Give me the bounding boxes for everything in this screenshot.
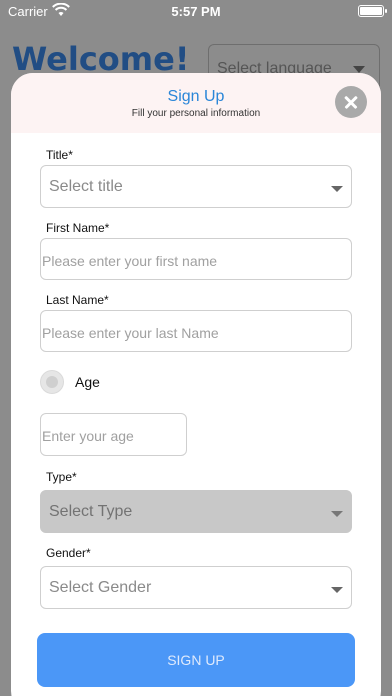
last-name-placeholder: Please enter your last Name <box>42 325 219 341</box>
signup-modal: Sign Up Fill your personal information T… <box>11 73 381 696</box>
modal-header: Sign Up Fill your personal information <box>11 73 381 133</box>
type-select[interactable]: Select Type <box>40 490 352 533</box>
chevron-down-icon <box>331 186 343 192</box>
chevron-down-icon <box>353 66 365 73</box>
close-icon[interactable] <box>335 86 367 118</box>
type-select-placeholder: Select Type <box>49 503 133 520</box>
age-radio[interactable] <box>40 370 64 394</box>
chevron-down-icon <box>331 587 343 593</box>
gender-select[interactable]: Select Gender <box>40 566 352 609</box>
title-select-placeholder: Select title <box>49 178 123 195</box>
age-field[interactable]: Enter your age <box>40 413 187 456</box>
first-name-label: First Name* <box>46 221 110 235</box>
gender-label: Gender* <box>46 546 91 560</box>
age-placeholder: Enter your age <box>42 428 134 444</box>
type-label: Type* <box>46 470 77 484</box>
clock: 5:57 PM <box>171 4 221 19</box>
first-name-placeholder: Please enter your first name <box>42 253 218 269</box>
signup-button[interactable]: SIGN UP <box>37 633 355 687</box>
first-name-field[interactable]: Please enter your first name <box>40 238 352 280</box>
modal-title: Sign Up <box>167 88 225 105</box>
modal-subtitle: Fill your personal information <box>131 108 261 119</box>
battery-icon <box>358 5 387 17</box>
gender-select-placeholder: Select Gender <box>49 579 152 596</box>
chevron-down-icon <box>331 511 343 517</box>
age-radio-label: Age <box>75 374 100 390</box>
title-label: Title* <box>46 148 73 162</box>
status-bar: Carrier 5:57 PM <box>0 0 392 22</box>
last-name-field[interactable]: Please enter your last Name <box>40 310 352 352</box>
title-select[interactable]: Select title <box>40 165 352 208</box>
last-name-label: Last Name* <box>46 293 109 307</box>
